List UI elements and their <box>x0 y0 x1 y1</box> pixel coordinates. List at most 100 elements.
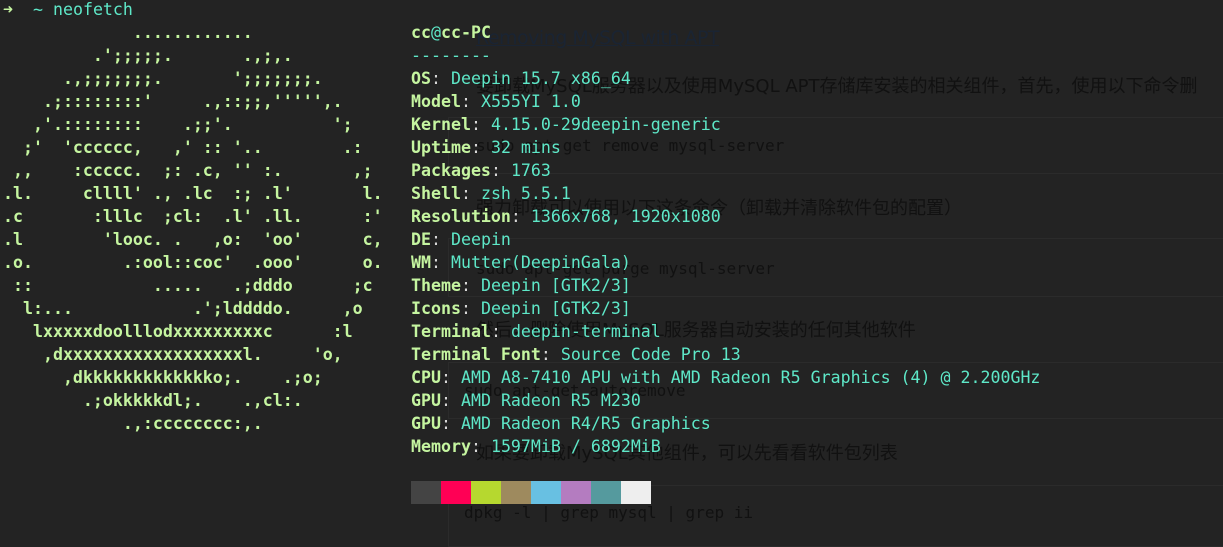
info-colon: : <box>460 92 471 111</box>
prompt-line: ➜ ~ neofetch <box>3 0 133 21</box>
info-row: Theme: Deepin [GTK2/3] <box>411 274 631 297</box>
color-swatch <box>621 481 651 504</box>
user-host: cc@cc-PC <box>411 21 491 44</box>
info-value: zsh 5.5.1 <box>480 184 571 203</box>
info-row: Terminal Font: Source Code Pro 13 <box>411 343 741 366</box>
info-label: GPU <box>411 391 441 410</box>
info-row: Uptime: 32 mins <box>411 136 561 159</box>
ascii-logo-line: .l 'looc. . ,o: 'oo' c, <box>3 230 383 249</box>
ascii-logo-line: ,dkkkkkkkkkkkkko;. .;o; <box>3 368 323 387</box>
ascii-logo-line: ;' 'cccccc, ,' :: '.. .: <box>3 138 363 157</box>
ascii-logo-line: ,dxxxxxxxxxxxxxxxxxxl. 'o, <box>3 345 343 364</box>
info-value: AMD A8-7410 APU with AMD Radeon R5 Graph… <box>460 368 1041 387</box>
info-value: 1366x768, 1920x1080 <box>530 207 721 226</box>
ascii-logo-line: lxxxxxdoolllodxxxxxxxxxc :l <box>3 322 353 341</box>
info-colon: : <box>430 230 441 249</box>
info-row: WM: Mutter(DeepinGala) <box>411 251 631 274</box>
info-value: Deepin [GTK2/3] <box>480 299 631 318</box>
info-value: AMD Radeon R5 M230 <box>460 391 641 410</box>
color-swatch <box>471 481 501 504</box>
info-label: Theme <box>411 276 461 295</box>
info-colon: : <box>440 368 451 387</box>
info-row: Shell: zsh 5.5.1 <box>411 182 571 205</box>
prompt-command: neofetch <box>52 0 133 19</box>
ascii-logo-line: .;::::::::' .,::;;,''''',. <box>3 92 343 111</box>
info-value: Deepin 15.7 x86_64 <box>450 69 631 88</box>
info-colon: : <box>470 138 481 157</box>
info-colon: : <box>430 253 441 272</box>
ascii-logo-line: l:... .';lddddo. ,o <box>3 299 363 318</box>
ascii-logo-line: :: ..... .;dddo ;c <box>3 276 373 295</box>
info-row: Kernel: 4.15.0-29deepin-generic <box>411 113 721 136</box>
info-colon: : <box>470 437 481 456</box>
info-colon: : <box>470 115 481 134</box>
info-row: Terminal: deepin-terminal <box>411 320 661 343</box>
info-label: GPU <box>411 414 441 433</box>
info-value: Deepin <box>450 230 511 249</box>
info-value: Mutter(DeepinGala) <box>450 253 631 272</box>
prompt-arrow-icon: ➜ <box>3 0 13 19</box>
ascii-logo-line: ,, :ccccc. ;: .c, '' :. ,; <box>3 161 373 180</box>
info-label: Resolution <box>411 207 511 226</box>
info-label: Packages <box>411 161 491 180</box>
info-colon: : <box>460 184 471 203</box>
info-value: 1597MiB / 6892MiB <box>490 437 661 456</box>
ascii-logo-line: .,:cccccccc:,. <box>3 414 263 433</box>
info-label: DE <box>411 230 431 249</box>
info-colon: : <box>510 207 521 226</box>
info-label: OS <box>411 69 431 88</box>
hostname: cc-PC <box>440 23 491 42</box>
ascii-logo-line: .l. cllll' ., .lc :; .l' l. <box>3 184 383 203</box>
info-label: Model <box>411 92 461 111</box>
username: cc <box>411 23 431 42</box>
info-colon: : <box>430 69 441 88</box>
color-swatch <box>561 481 591 504</box>
info-label: Uptime <box>411 138 471 157</box>
ascii-logo-line: ,'.:::::::: .;;'. '; <box>3 115 353 134</box>
color-swatch <box>441 481 471 504</box>
ascii-logo-line: .,;;;;;;;. ';;;;;;;. <box>3 69 323 88</box>
info-value: 1763 <box>510 161 551 180</box>
info-row: Memory: 1597MiB / 6892MiB <box>411 435 661 458</box>
info-value: AMD Radeon R4/R5 Graphics <box>460 414 711 433</box>
info-value: deepin-terminal <box>510 322 661 341</box>
info-label: Kernel <box>411 115 471 134</box>
ascii-logo-line: .o. .:ool::coc' .ooo' o. <box>3 253 383 272</box>
info-row: Packages: 1763 <box>411 159 551 182</box>
ascii-logo-line: .;okkkkkdl;. .,cl:. <box>3 391 303 410</box>
color-swatch <box>591 481 621 504</box>
info-colon: : <box>490 161 501 180</box>
info-label: Memory <box>411 437 471 456</box>
info-value: Source Code Pro 13 <box>560 345 741 364</box>
info-colon: : <box>460 276 471 295</box>
info-label: CPU <box>411 368 441 387</box>
color-swatch <box>531 481 561 504</box>
info-row: DE: Deepin <box>411 228 511 251</box>
info-colon: : <box>460 299 471 318</box>
at-sign: @ <box>430 23 441 42</box>
info-colon: : <box>440 414 451 433</box>
info-row: GPU: AMD Radeon R4/R5 Graphics <box>411 412 711 435</box>
prompt-directory: ~ <box>32 0 43 19</box>
info-value: X555YI 1.0 <box>480 92 581 111</box>
ascii-logo-line: ............ <box>3 23 253 42</box>
info-value: Deepin [GTK2/3] <box>480 276 631 295</box>
info-label: Terminal <box>411 322 491 341</box>
info-label: Icons <box>411 299 461 318</box>
info-row: OS: Deepin 15.7 x86_64 <box>411 67 631 90</box>
info-colon: : <box>540 345 551 364</box>
info-label: WM <box>411 253 431 272</box>
info-row: Icons: Deepin [GTK2/3] <box>411 297 631 320</box>
info-colon: : <box>440 391 451 410</box>
info-label: Shell <box>411 184 461 203</box>
color-swatch <box>501 481 531 504</box>
info-row: GPU: AMD Radeon R5 M230 <box>411 389 641 412</box>
info-value: 4.15.0-29deepin-generic <box>490 115 721 134</box>
color-swatch <box>411 481 441 504</box>
terminal-output[interactable]: ➜ ~ neofetch ............ .';;;;;. .,;,.… <box>0 0 1223 523</box>
info-row: Resolution: 1366x768, 1920x1080 <box>411 205 721 228</box>
info-value: 32 mins <box>490 138 561 157</box>
info-colon: : <box>490 322 501 341</box>
info-label: Terminal Font <box>411 345 541 364</box>
ascii-logo-line: .';;;;;. .,;,. <box>3 46 293 65</box>
